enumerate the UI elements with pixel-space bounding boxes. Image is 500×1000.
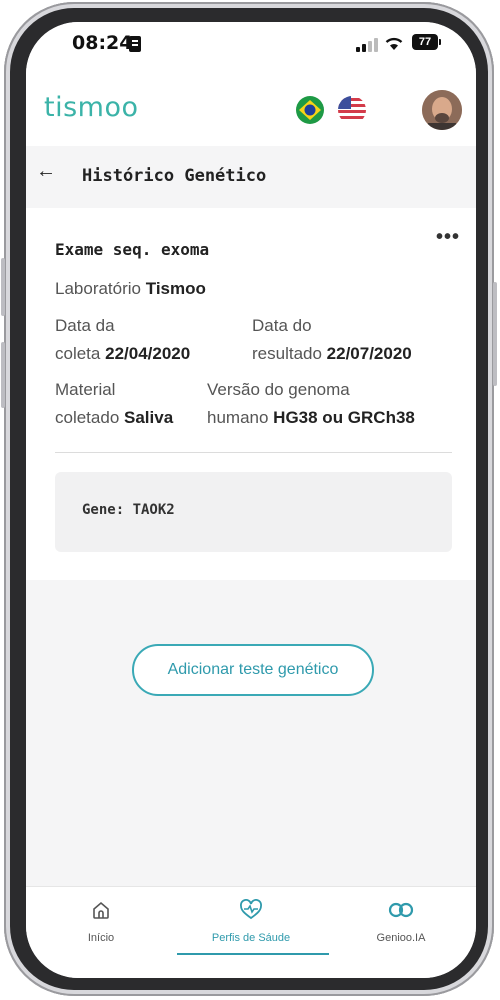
wifi-icon bbox=[385, 37, 403, 50]
exam-card: Exame seq. exoma ••• Laboratório Tismoo … bbox=[26, 208, 476, 580]
back-arrow-icon[interactable]: ← bbox=[36, 160, 56, 183]
gene-text: Gene: TAOK2 bbox=[82, 502, 175, 518]
signal-icon bbox=[356, 36, 378, 52]
screen: 08:24 77 tismoo ← Histórico Genético Exa… bbox=[26, 22, 476, 978]
brazil-flag-icon[interactable] bbox=[296, 96, 324, 124]
bottom-nav: Início Perfis de Sáude Genioo.IA bbox=[26, 886, 476, 978]
material-label: Material bbox=[55, 380, 116, 399]
result-date-label: Data do bbox=[252, 316, 312, 335]
collect-date-label: Data da bbox=[55, 316, 115, 335]
app-logo[interactable]: tismoo bbox=[44, 92, 139, 123]
page-header: ← Histórico Genético bbox=[26, 146, 476, 208]
result-date-field: Data do resultado 22/07/2020 bbox=[252, 312, 412, 368]
genome-value: HG38 ou GRCh38 bbox=[273, 408, 415, 427]
exam-title: Exame seq. exoma bbox=[55, 240, 210, 259]
material-value: Saliva bbox=[124, 408, 174, 427]
gene-box[interactable]: Gene: TAOK2 bbox=[55, 472, 452, 552]
status-time: 08:24 bbox=[72, 32, 133, 54]
collect-date-value: 22/04/2020 bbox=[105, 344, 191, 363]
home-icon bbox=[93, 901, 109, 919]
material-field: Material coletado Saliva bbox=[55, 376, 173, 432]
nav-item-label: Perfis de Sáude bbox=[211, 932, 291, 944]
more-horizontal-icon[interactable]: ••• bbox=[436, 226, 460, 249]
genome-label: humano bbox=[207, 408, 269, 427]
avatar[interactable] bbox=[422, 90, 462, 130]
result-date-value: 22/07/2020 bbox=[326, 344, 412, 363]
divider bbox=[55, 452, 452, 453]
lab-label: Laboratório bbox=[55, 279, 142, 298]
heart-pulse-icon bbox=[240, 899, 262, 920]
sim-icon bbox=[129, 36, 141, 52]
result-date-label: resultado bbox=[252, 344, 322, 363]
phone-side-button bbox=[493, 282, 497, 386]
usa-flag-icon[interactable] bbox=[338, 96, 366, 124]
app-header: tismoo bbox=[26, 68, 476, 146]
nav-item-label: Genioo.IA bbox=[376, 932, 426, 944]
material-label: coletado bbox=[55, 408, 120, 427]
lab-field: Laboratório Tismoo bbox=[55, 275, 206, 303]
page-title: Histórico Genético bbox=[82, 166, 267, 186]
collect-date-label: coleta bbox=[55, 344, 101, 363]
phone-side-button bbox=[1, 342, 5, 408]
nav-item-genioo-ia[interactable]: Genioo.IA bbox=[326, 899, 476, 944]
lab-value: Tismoo bbox=[145, 279, 206, 298]
infinity-icon bbox=[388, 902, 414, 918]
battery-icon: 77 bbox=[412, 34, 441, 50]
active-tab-indicator bbox=[177, 953, 329, 955]
phone-frame: 08:24 77 tismoo ← Histórico Genético Exa… bbox=[1, 2, 497, 996]
collect-date-field: Data da coleta 22/04/2020 bbox=[55, 312, 190, 368]
genome-label: Versão do genoma bbox=[207, 380, 350, 399]
status-bar: 08:24 77 bbox=[26, 22, 476, 68]
genome-field: Versão do genoma humano HG38 ou GRCh38 bbox=[207, 376, 415, 432]
add-genetic-test-button[interactable]: Adicionar teste genético bbox=[132, 644, 374, 696]
nav-item-label: Início bbox=[87, 932, 115, 944]
phone-side-button bbox=[1, 258, 5, 316]
nav-item-inicio[interactable]: Início bbox=[26, 899, 176, 944]
nav-item-perfis-de-saude[interactable]: Perfis de Sáude bbox=[176, 899, 326, 944]
